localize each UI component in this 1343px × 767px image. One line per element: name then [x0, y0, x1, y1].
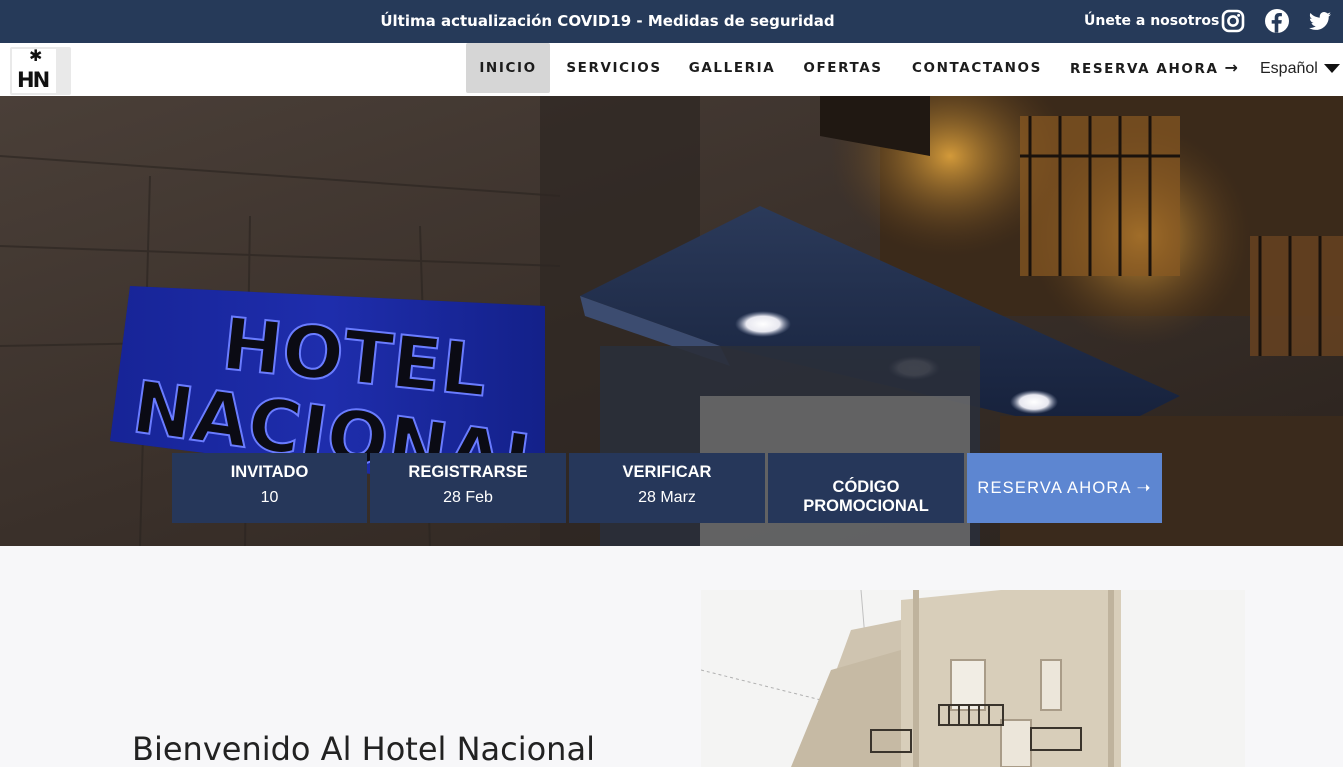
guests-label: INVITADO — [230, 463, 309, 481]
guests-selector[interactable]: INVITADO 10 — [172, 453, 367, 523]
promo-code-field[interactable]: CÓDIGO PROMOCIONAL — [768, 453, 964, 523]
facebook-icon[interactable] — [1264, 8, 1290, 34]
nav-item-inicio[interactable]: INICIO — [466, 43, 550, 93]
instagram-icon[interactable] — [1220, 8, 1246, 34]
nav-item-reserva-ahora[interactable]: RESERVA AHORA → — [1070, 43, 1240, 93]
book-now-button[interactable]: RESERVA AHORA ➝ — [967, 453, 1162, 523]
language-label: Español — [1260, 60, 1318, 77]
language-selector[interactable]: Español — [1260, 43, 1340, 95]
hotel-logo[interactable]: ✱ HN — [10, 46, 71, 95]
checkin-selector[interactable]: REGISTRARSE 28 Feb — [370, 453, 566, 523]
logo-star-icon: ✱ — [29, 46, 43, 65]
promo-code-label: CÓDIGO PROMOCIONAL — [803, 478, 929, 515]
announcement-bar: Última actualización COVID19 - Medidas d… — [0, 0, 1343, 43]
logo-text: HN — [17, 68, 50, 92]
main-navbar: ✱ HN INICIO SERVICIOS GALLERIA OFERTAS C… — [0, 43, 1343, 96]
reserve-label: RESERVA AHORA — [1070, 61, 1219, 77]
nav-item-ofertas[interactable]: OFERTAS — [798, 43, 888, 93]
guests-value: 10 — [260, 489, 279, 506]
checkout-label: VERIFICAR — [622, 463, 712, 481]
checkin-label: REGISTRARSE — [408, 463, 528, 481]
arrow-right-icon: → — [1224, 58, 1238, 77]
hero-image: HOTEL NACIONAL INVITADO 10 REGISTRARSE 2… — [0, 96, 1343, 546]
checkout-selector[interactable]: VERIFICAR 28 Marz — [569, 453, 765, 523]
twitter-icon[interactable] — [1307, 8, 1333, 34]
join-us-label: Únete a nosotros — [1084, 13, 1220, 29]
checkout-value: 28 Marz — [638, 489, 696, 506]
nav-item-servicios[interactable]: SERVICIOS — [562, 43, 666, 93]
checkin-value: 28 Feb — [443, 489, 493, 506]
book-now-label: RESERVA AHORA ➝ — [977, 479, 1152, 497]
welcome-heading: Bienvenido Al Hotel Nacional — [132, 730, 595, 767]
covid-notice-link[interactable]: Última actualización COVID19 - Medidas d… — [0, 0, 1215, 43]
caret-down-icon — [1323, 64, 1340, 74]
nav-item-contactanos[interactable]: CONTACTANOS — [906, 43, 1048, 93]
nav-item-galleria[interactable]: GALLERIA — [686, 43, 778, 93]
hotel-building-photo — [701, 590, 1245, 767]
